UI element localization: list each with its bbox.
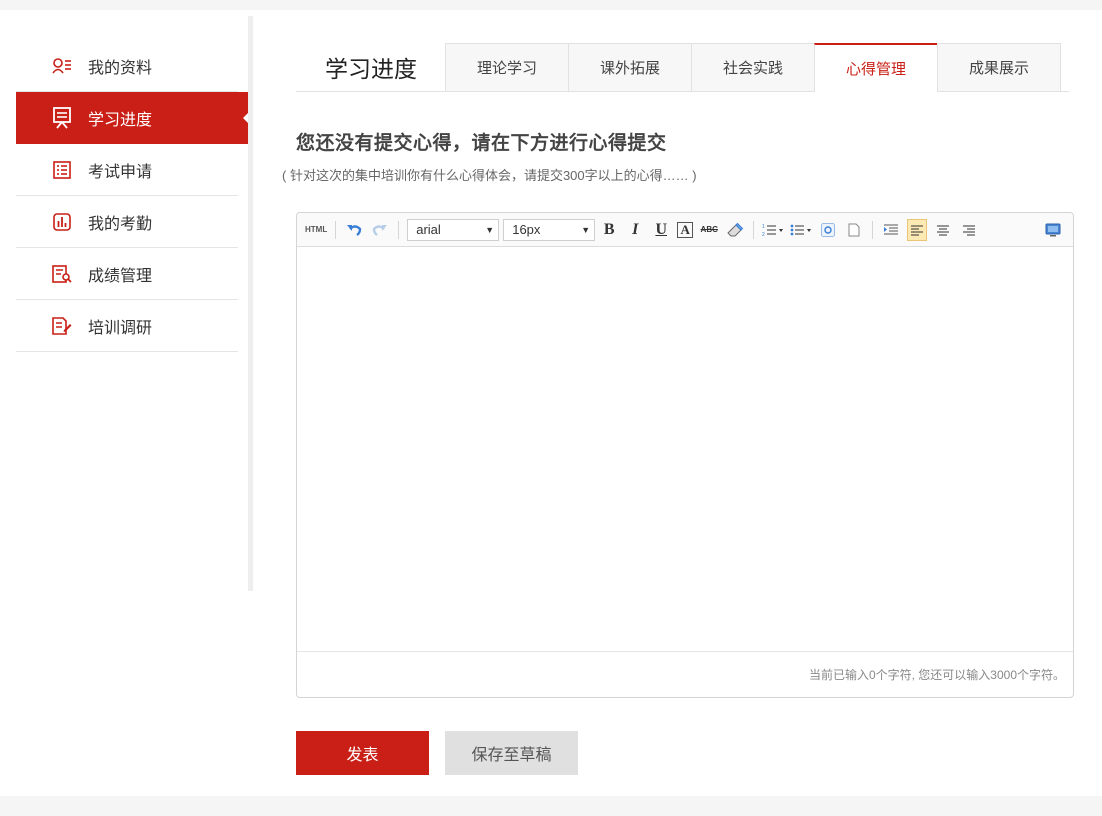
tab-bar: 学习进度 理论学习 课外拓展 社会实践 心得管理 成果展示 — [296, 43, 1069, 92]
ordered-list-icon[interactable]: 12 — [762, 219, 784, 241]
toolbar-separator — [335, 220, 337, 239]
list-icon — [52, 160, 72, 180]
editor-toolbar: HTML arial ▼ 16px ▼ B I U A ABC 12 — [297, 213, 1073, 247]
svg-text:1: 1 — [762, 224, 765, 230]
sidebar: 我的资料 学习进度 考试申请 我的考勤 成绩管理 培训调研 — [16, 40, 249, 352]
font-family-select[interactable]: arial ▼ — [407, 218, 500, 241]
save-draft-button[interactable]: 保存至草稿 — [445, 731, 578, 775]
publish-button[interactable]: 发表 — [296, 731, 429, 775]
sidebar-item-label: 我的考勤 — [88, 215, 153, 233]
toolbar-separator — [872, 220, 874, 239]
sidebar-item-progress[interactable]: 学习进度 — [16, 92, 249, 144]
font-size-value: 16px — [512, 222, 541, 237]
rich-text-editor: HTML arial ▼ 16px ▼ B I U A ABC 12 当前已输入… — [296, 212, 1074, 698]
underline-button[interactable]: U — [651, 219, 671, 241]
sidebar-divider — [248, 16, 253, 591]
sidebar-item-profile[interactable]: 我的资料 — [16, 40, 238, 92]
unordered-list-icon[interactable] — [790, 219, 812, 241]
tab-practice[interactable]: 社会实践 — [691, 43, 815, 91]
page-hint: ( 针对这次的集中培训你有什么心得体会，请提交300字以上的心得…… ) — [282, 168, 697, 183]
align-right-icon[interactable] — [959, 219, 979, 241]
align-center-icon[interactable] — [933, 219, 953, 241]
chart-icon — [52, 212, 72, 232]
chevron-down-icon: ▼ — [581, 224, 591, 235]
sidebar-item-label: 我的资料 — [88, 59, 153, 77]
svg-text:2: 2 — [762, 232, 765, 237]
html-label: HTML — [305, 225, 328, 234]
tab-results[interactable]: 成果展示 — [937, 43, 1061, 91]
sidebar-item-label: 成绩管理 — [88, 267, 153, 285]
toolbar-separator — [753, 220, 755, 239]
sidebar-item-label: 学习进度 — [88, 111, 153, 129]
bold-button[interactable]: B — [599, 219, 619, 241]
fullscreen-icon[interactable] — [1043, 219, 1063, 241]
strikethrough-button[interactable]: ABC — [699, 219, 719, 241]
toolbar-separator — [398, 220, 400, 239]
profile-icon — [52, 56, 72, 76]
font-color-button[interactable]: A — [677, 221, 694, 238]
sidebar-item-exam[interactable]: 考试申请 — [16, 144, 238, 196]
font-size-select[interactable]: 16px ▼ — [503, 218, 596, 241]
indent-icon[interactable] — [881, 219, 901, 241]
page-icon[interactable] — [844, 219, 864, 241]
character-count-text: 当前已输入0个字符, 您还可以输入3000个字符。 — [808, 667, 1065, 682]
sidebar-item-attendance[interactable]: 我的考勤 — [16, 196, 238, 248]
sidebar-item-survey[interactable]: 培训调研 — [16, 300, 238, 352]
undo-icon[interactable] — [344, 219, 364, 241]
edit-document-icon — [52, 316, 72, 336]
page: 我的资料 学习进度 考试申请 我的考勤 成绩管理 培训调研 学习进度 理论学习 … — [0, 10, 1102, 796]
italic-button[interactable]: I — [625, 219, 645, 241]
font-family-value: arial — [416, 222, 441, 237]
align-left-icon[interactable] — [907, 218, 928, 241]
chevron-down-icon: ▼ — [485, 224, 495, 235]
sidebar-item-label: 培训调研 — [88, 319, 153, 337]
document-search-icon — [52, 264, 72, 284]
editor-content-area[interactable] — [297, 247, 1073, 652]
anchor-icon[interactable] — [818, 219, 838, 241]
section-title: 学习进度 — [325, 56, 417, 82]
strike-label: ABC — [700, 225, 718, 234]
tab-theory[interactable]: 理论学习 — [445, 43, 569, 91]
sidebar-item-label: 考试申请 — [88, 163, 153, 181]
presentation-icon — [52, 106, 72, 129]
editor-status-bar: 当前已输入0个字符, 您还可以输入3000个字符。 — [297, 652, 1073, 696]
tab-extracurricular[interactable]: 课外拓展 — [568, 43, 692, 91]
html-source-button[interactable]: HTML — [305, 219, 327, 241]
eraser-icon[interactable] — [725, 219, 745, 241]
redo-icon[interactable] — [370, 219, 390, 241]
sidebar-item-grades[interactable]: 成绩管理 — [16, 248, 238, 300]
font-color-label: A — [680, 221, 690, 237]
tab-reflection[interactable]: 心得管理 — [814, 43, 938, 92]
page-heading: 您还没有提交心得，请在下方进行心得提交 — [296, 133, 667, 154]
